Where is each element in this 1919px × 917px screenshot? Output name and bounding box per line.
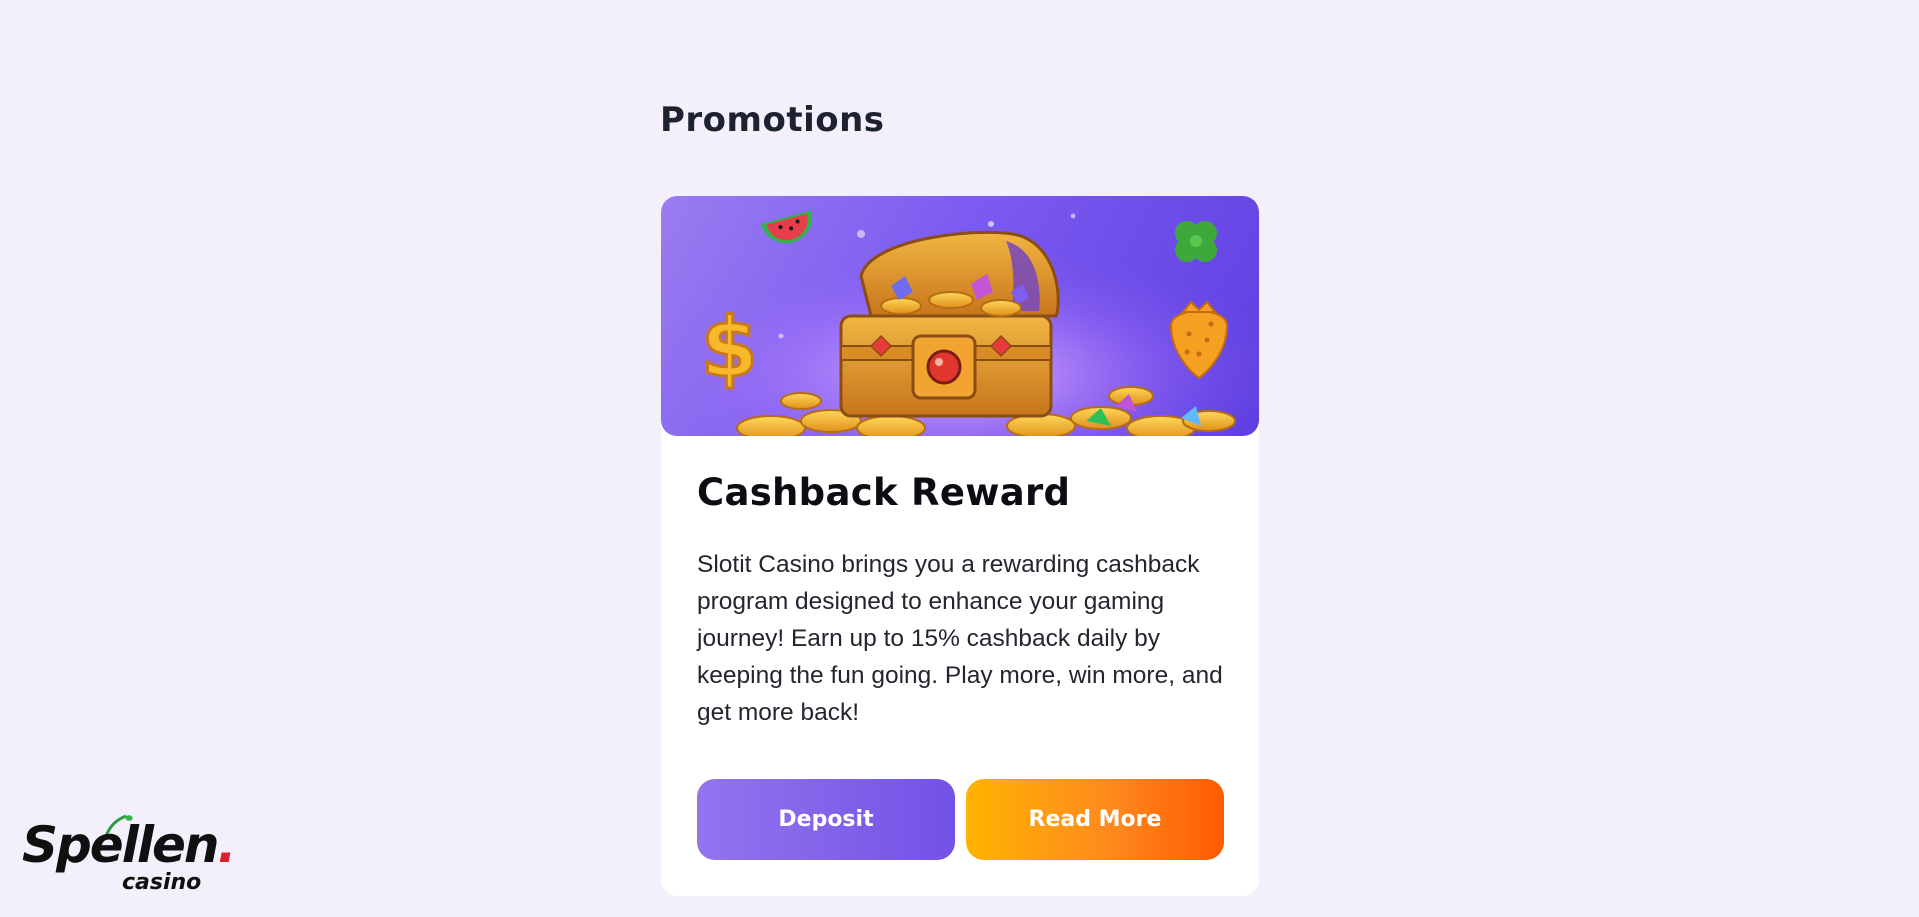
promo-banner-image: $	[661, 196, 1259, 436]
svg-text:$: $	[701, 301, 758, 396]
deposit-button[interactable]: Deposit	[697, 779, 955, 860]
section-title: Promotions	[660, 100, 885, 140]
promo-description: Slotit Casino brings you a rewarding cas…	[697, 551, 1223, 726]
promo-title: Cashback Reward	[697, 471, 1071, 514]
logo-subtext: casino	[122, 870, 202, 895]
logo-wordmark: Spellen.	[22, 816, 237, 874]
read-more-button[interactable]: Read More	[966, 779, 1224, 860]
spellen-casino-logo: Spellen. casino	[22, 814, 237, 910]
promo-card: $ Cashback Reward Slotit Casino brings y…	[661, 196, 1259, 896]
